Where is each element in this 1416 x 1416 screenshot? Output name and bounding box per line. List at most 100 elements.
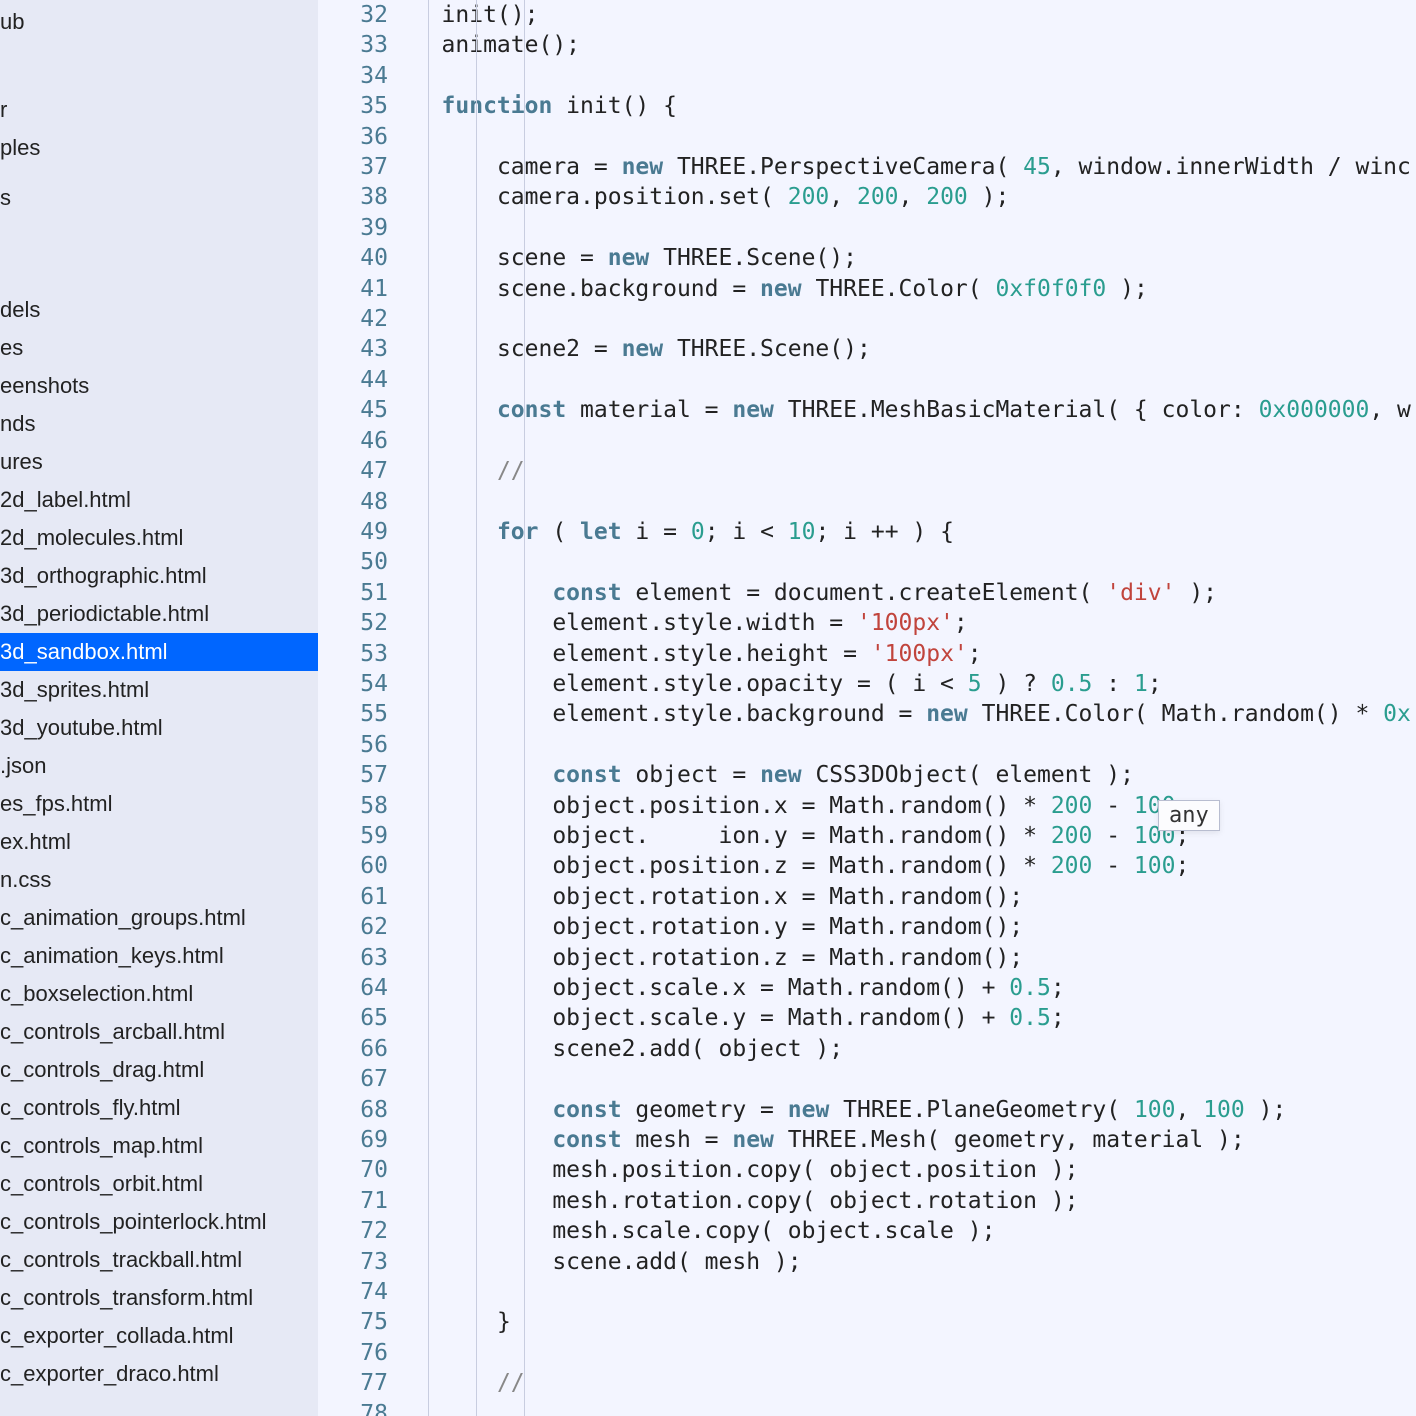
code-line[interactable] — [400, 122, 1416, 152]
code-line[interactable]: scene = new THREE.Scene(); — [400, 243, 1416, 273]
file-item[interactable]: c_controls_orbit.html — [0, 1165, 318, 1203]
line-number: 48 — [318, 487, 388, 517]
code-line[interactable]: animate(); — [400, 30, 1416, 60]
file-item[interactable]: c_controls_trackball.html — [0, 1241, 318, 1279]
file-item[interactable]: c_animation_groups.html — [0, 899, 318, 937]
code-line[interactable]: mesh.rotation.copy( object.rotation ); — [400, 1186, 1416, 1216]
code-line[interactable]: object.scale.y = Math.random() + 0.5; — [400, 1003, 1416, 1033]
file-item[interactable]: ures — [0, 443, 318, 481]
code-line[interactable] — [400, 426, 1416, 456]
code-line[interactable]: scene.add( mesh ); — [400, 1247, 1416, 1277]
file-item[interactable]: dels — [0, 291, 318, 329]
file-item[interactable]: eenshots — [0, 367, 318, 405]
file-item[interactable]: c_controls_drag.html — [0, 1051, 318, 1089]
line-number: 40 — [318, 243, 388, 273]
file-item[interactable] — [0, 167, 318, 179]
code-line[interactable]: camera = new THREE.PerspectiveCamera( 45… — [400, 152, 1416, 182]
code-line[interactable]: object.scale.x = Math.random() + 0.5; — [400, 973, 1416, 1003]
line-number: 57 — [318, 760, 388, 790]
code-line[interactable]: const element = document.createElement( … — [400, 578, 1416, 608]
line-number: 54 — [318, 669, 388, 699]
line-number: 35 — [318, 91, 388, 121]
file-item[interactable]: r — [0, 91, 318, 129]
code-line[interactable]: object.position.x = Math.random() * 200 … — [400, 791, 1416, 821]
line-number: 51 — [318, 578, 388, 608]
code-area[interactable]: init(); animate(); function init() { cam… — [400, 0, 1416, 1416]
code-line[interactable]: const mesh = new THREE.Mesh( geometry, m… — [400, 1125, 1416, 1155]
code-line[interactable] — [400, 213, 1416, 243]
file-item[interactable]: 3d_orthographic.html — [0, 557, 318, 595]
code-line[interactable]: const object = new CSS3DObject( element … — [400, 760, 1416, 790]
line-number: 33 — [318, 30, 388, 60]
code-line[interactable]: // — [400, 1368, 1416, 1398]
file-explorer-sidebar[interactable]: ub rples s delseseenshotsndsures2d_label.ht… — [0, 0, 318, 1416]
file-item[interactable]: c_controls_pointerlock.html — [0, 1203, 318, 1241]
file-item[interactable]: c_controls_map.html — [0, 1127, 318, 1165]
code-line[interactable]: scene2 = new THREE.Scene(); — [400, 334, 1416, 364]
file-item[interactable]: 2d_label.html — [0, 481, 318, 519]
code-line[interactable] — [400, 730, 1416, 760]
code-line[interactable]: scene.background = new THREE.Color( 0xf0… — [400, 274, 1416, 304]
code-line[interactable]: for ( let i = 0; i < 10; i ++ ) { — [400, 517, 1416, 547]
file-item[interactable]: 3d_sprites.html — [0, 671, 318, 709]
file-item[interactable]: c_controls_arcball.html — [0, 1013, 318, 1051]
file-item[interactable] — [0, 229, 318, 241]
line-number: 67 — [318, 1064, 388, 1094]
code-line[interactable]: function init() { — [400, 91, 1416, 121]
file-item[interactable]: n.css — [0, 861, 318, 899]
code-line[interactable]: object. ion.y = Math.random() * 200 - 10… — [400, 821, 1416, 851]
line-number: 63 — [318, 943, 388, 973]
line-number: 75 — [318, 1307, 388, 1337]
code-line[interactable]: const material = new THREE.MeshBasicMate… — [400, 395, 1416, 425]
code-line[interactable]: // — [400, 456, 1416, 486]
code-line[interactable] — [400, 61, 1416, 91]
code-line[interactable] — [400, 1277, 1416, 1307]
file-item[interactable]: ex.html — [0, 823, 318, 861]
code-line[interactable]: init(); — [400, 0, 1416, 30]
code-line[interactable]: object.rotation.z = Math.random(); — [400, 943, 1416, 973]
code-line[interactable]: object.position.z = Math.random() * 200 … — [400, 851, 1416, 881]
file-item[interactable]: c_controls_transform.html — [0, 1279, 318, 1317]
file-item[interactable]: ples — [0, 129, 318, 167]
code-line[interactable]: object.rotation.y = Math.random(); — [400, 912, 1416, 942]
file-item[interactable]: c_animation_keys.html — [0, 937, 318, 975]
file-item[interactable]: es — [0, 329, 318, 367]
file-item[interactable]: .json — [0, 747, 318, 785]
file-item[interactable]: ub — [0, 3, 318, 41]
code-line[interactable]: element.style.opacity = ( i < 5 ) ? 0.5 … — [400, 669, 1416, 699]
file-item[interactable]: c_controls_fly.html — [0, 1089, 318, 1127]
code-line[interactable]: element.style.width = '100px'; — [400, 608, 1416, 638]
file-item[interactable]: c_exporter_draco.html — [0, 1355, 318, 1393]
code-line[interactable]: element.style.height = '100px'; — [400, 639, 1416, 669]
code-line[interactable] — [400, 487, 1416, 517]
code-line[interactable] — [400, 365, 1416, 395]
file-item[interactable]: 3d_sandbox.html — [0, 633, 318, 671]
code-line[interactable]: object.rotation.x = Math.random(); — [400, 882, 1416, 912]
line-number: 73 — [318, 1247, 388, 1277]
code-line[interactable]: scene2.add( object ); — [400, 1034, 1416, 1064]
code-line[interactable]: mesh.scale.copy( object.scale ); — [400, 1216, 1416, 1246]
file-item[interactable]: 2d_molecules.html — [0, 519, 318, 557]
file-item[interactable]: c_exporter_collada.html — [0, 1317, 318, 1355]
file-item[interactable]: s — [0, 179, 318, 217]
code-line[interactable] — [400, 304, 1416, 334]
code-editor[interactable]: 3233343536373839404142434445464748495051… — [318, 0, 1416, 1416]
file-item[interactable]: nds — [0, 405, 318, 443]
file-item[interactable]: es_fps.html — [0, 785, 318, 823]
code-line[interactable]: const geometry = new THREE.PlaneGeometry… — [400, 1095, 1416, 1125]
code-line[interactable]: camera.position.set( 200, 200, 200 ); — [400, 182, 1416, 212]
code-line[interactable] — [400, 1064, 1416, 1094]
file-item[interactable]: 3d_periodictable.html — [0, 595, 318, 633]
indent-guide — [476, 0, 477, 1416]
line-number: 32 — [318, 0, 388, 30]
code-line[interactable]: mesh.position.copy( object.position ); — [400, 1155, 1416, 1185]
code-line[interactable]: element.style.background = new THREE.Col… — [400, 699, 1416, 729]
file-item[interactable] — [0, 217, 318, 229]
file-item[interactable]: 3d_youtube.html — [0, 709, 318, 747]
code-line[interactable]: } — [400, 1307, 1416, 1337]
code-line[interactable] — [400, 1338, 1416, 1368]
code-line[interactable] — [400, 1399, 1416, 1416]
file-item[interactable]: c_boxselection.html — [0, 975, 318, 1013]
line-number: 46 — [318, 426, 388, 456]
code-line[interactable] — [400, 547, 1416, 577]
